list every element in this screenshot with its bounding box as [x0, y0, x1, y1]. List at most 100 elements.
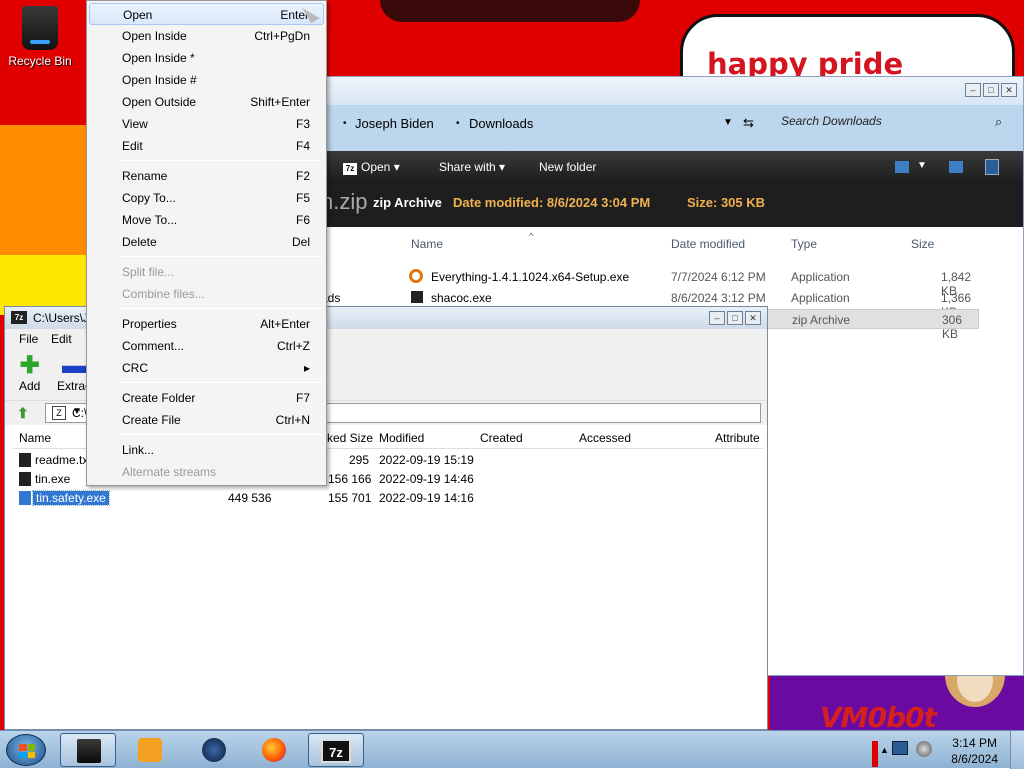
column-header-created[interactable]: Created — [480, 431, 523, 445]
file-row[interactable]: Everything-1.4.1.1024.x64-Setup.exe 7/7/… — [409, 267, 979, 298]
column-header-accessed[interactable]: Accessed — [579, 431, 631, 445]
context-menu: Open Enter Open Inside Ctrl+PgDn Open Insi… — [86, 0, 327, 486]
maximize-button[interactable]: □ — [983, 83, 999, 97]
column-header-size[interactable]: Size — [911, 237, 934, 251]
details-size: Size: 305 KB — [687, 195, 766, 210]
menu-item-comment[interactable]: Comment... Ctrl+Z — [89, 335, 324, 357]
folder-up-icon[interactable]: ⬆ — [17, 405, 35, 421]
breadcrumb-user[interactable]: Joseph Biden — [355, 116, 434, 131]
toolbar-new-folder-button[interactable]: New folder — [539, 160, 596, 174]
tray-expand-icon[interactable]: ▲ — [880, 745, 889, 755]
minimize-button[interactable]: – — [965, 83, 981, 97]
clock[interactable]: 3:14 PM 8/6/2024 — [951, 735, 998, 767]
address-dropdown-icon[interactable]: ▼ — [723, 117, 733, 128]
windows-logo-icon — [19, 744, 35, 758]
recycle-bin-icon — [22, 6, 58, 50]
menu-item-combine-files: Combine files... — [122, 287, 205, 301]
column-header-name[interactable]: Name — [411, 237, 443, 251]
menu-item-rename[interactable]: Rename F2 — [89, 165, 324, 187]
search-box[interactable]: Search Downloads ⌕ — [767, 111, 1013, 133]
file-row[interactable]: shacoc.exe 8/6/2024 3:12 PM Application … — [409, 288, 979, 319]
add-button[interactable]: ✚ Add — [19, 352, 40, 394]
app-icon — [409, 269, 423, 283]
globe-icon — [202, 738, 226, 762]
menu-item-move-to[interactable]: Move To... F6 — [89, 209, 324, 231]
menu-item-link[interactable]: Link... — [89, 439, 324, 461]
close-button[interactable]: ✕ — [745, 311, 761, 325]
view-dropdown-icon[interactable]: ▼ — [917, 160, 927, 171]
menu-item-copy-to[interactable]: Copy To... F5 — [89, 187, 324, 209]
help-icon[interactable] — [985, 159, 999, 175]
menu-item-alternate-streams: Alternate streams — [122, 465, 217, 479]
menu-item-view[interactable]: View F3 — [89, 113, 324, 135]
taskbar-explorer-button[interactable] — [60, 733, 116, 767]
minimize-button[interactable]: – — [709, 311, 725, 325]
search-input[interactable]: Search Downloads — [781, 114, 882, 128]
folder-icon — [77, 739, 101, 763]
menu-file[interactable]: File — [19, 332, 38, 346]
text-file-icon — [19, 453, 31, 467]
tray-indicator — [872, 741, 878, 767]
menu-item-split-file: Split file... — [122, 265, 175, 279]
menu-separator — [117, 434, 322, 435]
menu-item-crc[interactable]: CRC ▸ — [89, 357, 324, 379]
explorer-titlebar[interactable]: – □ ✕ — [319, 77, 1023, 105]
column-header-date[interactable]: Date modified — [671, 237, 745, 251]
menu-separator — [117, 382, 322, 383]
toolbar-share-button[interactable]: Share with ▾ — [439, 160, 505, 174]
menu-item-open-inside-star[interactable]: Open Inside * — [89, 47, 324, 69]
volume-tray-icon[interactable] — [916, 741, 932, 757]
clock-date: 8/6/2024 — [951, 752, 998, 766]
media-player-icon — [138, 738, 162, 762]
taskbar-network-button[interactable] — [186, 733, 242, 767]
archive-row-selected[interactable]: tin.safety.exe 449 536 155 701 2022-09-1… — [17, 489, 757, 507]
menu-item-open-outside[interactable]: Open Outside Shift+Enter — [89, 91, 324, 113]
explorer-address-bar[interactable]: • Joseph Biden • Downloads ▼ ⇆ Search Do… — [319, 105, 1023, 151]
taskbar: 7z ▲ 3:14 PM 8/6/2024 — [0, 730, 1024, 769]
close-button[interactable]: ✕ — [1001, 83, 1017, 97]
exe-file-icon — [19, 472, 31, 486]
menu-separator — [117, 256, 322, 257]
details-date: Date modified: 8/6/2024 3:04 PM — [453, 195, 651, 210]
toolbar-open-button[interactable]: 7z Open ▾ — [343, 160, 400, 175]
plus-icon: ✚ — [19, 352, 40, 379]
taskbar-firefox-button[interactable] — [246, 733, 302, 767]
column-header-attributes[interactable]: Attribute — [715, 431, 760, 445]
menu-item-properties[interactable]: Properties Alt+Enter — [89, 313, 324, 335]
network-tray-icon[interactable] — [892, 741, 908, 755]
taskbar-media-player-button[interactable] — [122, 733, 178, 767]
menu-item-open-inside[interactable]: Open Inside Ctrl+PgDn — [89, 25, 324, 47]
menu-item-create-folder[interactable]: Create Folder F7 — [89, 387, 324, 409]
column-header-modified[interactable]: Modified — [379, 431, 424, 445]
view-options-icon[interactable] — [895, 161, 909, 173]
drive-icon: Z — [52, 406, 66, 420]
menu-item-delete[interactable]: Delete Del — [89, 231, 324, 253]
menu-item-create-file[interactable]: Create File Ctrl+N — [89, 409, 324, 431]
system-tray: ▲ 3:14 PM 8/6/2024 — [870, 731, 1024, 769]
column-header-type[interactable]: Type — [791, 237, 817, 251]
search-icon[interactable]: ⌕ — [995, 114, 1002, 130]
details-type: zip Archive — [373, 195, 442, 210]
menu-item-open[interactable]: Open Enter — [89, 3, 324, 25]
menu-edit[interactable]: Edit — [51, 332, 72, 346]
7zip-title: C:\Users\J — [33, 311, 90, 325]
7zip-app-icon: 7z — [11, 311, 27, 324]
menu-separator — [117, 160, 322, 161]
menu-item-open-inside-hash[interactable]: Open Inside # — [89, 69, 324, 91]
show-desktop-button[interactable] — [1010, 731, 1024, 769]
submenu-arrow-icon: ▸ — [303, 361, 310, 375]
refresh-icon[interactable]: ⇆ — [743, 115, 754, 131]
sort-arrow-icon: ^ — [529, 231, 534, 241]
breadcrumb-downloads[interactable]: Downloads — [469, 116, 533, 131]
menu-item-edit[interactable]: Edit F4 — [89, 135, 324, 157]
recycle-bin-desktop-icon[interactable]: Recycle Bin — [8, 6, 72, 68]
app-icon — [411, 291, 423, 303]
navigation-pane[interactable]: ads — [319, 227, 391, 305]
firefox-icon — [262, 738, 286, 762]
taskbar-7zip-button[interactable]: 7z — [308, 733, 364, 767]
column-header-packed-size[interactable]: ked Size — [327, 431, 373, 445]
maximize-button[interactable]: □ — [727, 311, 743, 325]
preview-pane-icon[interactable] — [949, 161, 963, 173]
column-header-name[interactable]: Name — [19, 431, 51, 445]
start-button[interactable] — [6, 734, 46, 766]
